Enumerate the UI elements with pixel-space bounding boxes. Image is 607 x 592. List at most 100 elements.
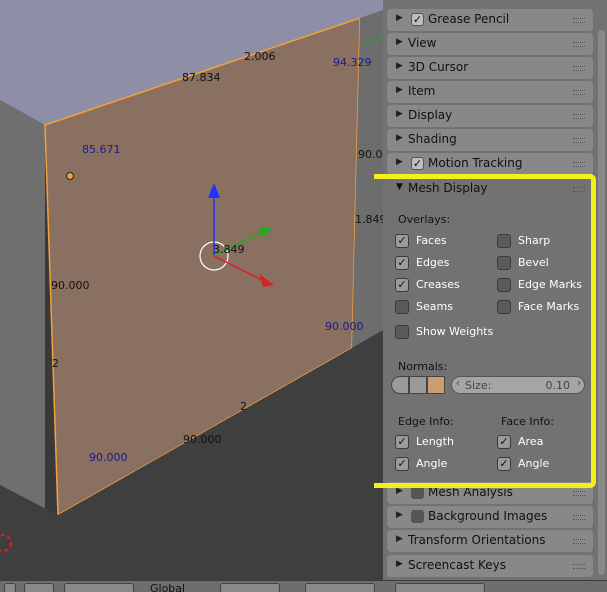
section-label: Mesh Display [408,181,488,195]
shading-dropdown[interactable] [24,583,54,592]
checkbox-box [497,256,511,270]
face-angle-label: 90.000 [325,320,364,333]
check-icon: ✓ [497,457,511,471]
drag-grip-icon[interactable] [573,539,585,544]
edge-angle-label: 87.834 [182,71,221,84]
highlight-annotation-tail [374,483,404,488]
drag-grip-icon[interactable] [573,564,585,569]
manipulator-buttons[interactable] [64,583,134,592]
face-marks-checkbox[interactable]: Face Marks [497,299,587,315]
drag-grip-icon[interactable] [573,66,585,71]
check-icon: ✓ [395,278,409,292]
faces-checkbox[interactable]: ✓ Faces [395,233,490,249]
edges-checkbox[interactable]: ✓ Edges [395,255,490,271]
checkbox-box [497,300,511,314]
motion-tracking-checkbox[interactable]: ✓ [411,157,424,170]
expand-arrow-icon[interactable]: ▶ [396,13,403,23]
edge-length-label: 2 [52,357,59,370]
drag-grip-icon[interactable] [573,187,585,192]
edge-angle-label: 90.000 [51,279,90,292]
section-shading[interactable]: ▶ Shading [387,129,593,151]
edge-angle-label: 90.000 [183,433,222,446]
layer-buttons[interactable] [220,583,280,592]
section-motion-tracking[interactable]: ▶ ✓ Motion Tracking [387,153,593,175]
overlays-label: Overlays: [398,213,451,226]
check-icon: ✓ [395,256,409,270]
panel-scrollbar[interactable] [598,30,605,575]
edge-length-label: 2 [240,400,247,413]
drag-grip-icon[interactable] [573,18,585,23]
edge-angle-label: 90.0 [358,148,383,161]
edge-marks-checkbox[interactable]: Edge Marks [497,277,587,293]
section-mesh-analysis[interactable]: ▶ Mesh Analysis [387,482,593,504]
face-angle-label: 85.671 [82,143,121,156]
seams-checkbox[interactable]: Seams [395,299,490,315]
face-area-checkbox[interactable]: ✓ Area [497,434,587,450]
face-angle-label: 94.329 [333,56,372,69]
drag-grip-icon[interactable] [573,114,585,119]
background-images-checkbox[interactable] [411,510,424,523]
edge-length-label: 2.006 [244,50,276,63]
section-label: Display [408,108,453,122]
drag-grip-icon[interactable] [573,162,585,167]
collapse-arrow-icon[interactable]: ▼ [396,182,403,192]
mesh-display-header[interactable]: ▼ Mesh Display [387,178,593,200]
bevel-checkbox[interactable]: Bevel [497,255,587,271]
expand-arrow-icon[interactable]: ▶ [396,510,403,520]
expand-arrow-icon[interactable]: ▶ [396,85,403,95]
properties-panel: ▶ ✓ Grease Pencil ▶ View ▶ 3D Cursor ▶ I… [383,0,607,580]
drag-grip-icon[interactable] [573,515,585,520]
face-normals-icon[interactable] [427,376,445,394]
section-label: Screencast Keys [408,558,506,572]
section-label: Mesh Analysis [428,485,513,499]
increment-icon[interactable]: › [577,378,581,389]
mode-icon[interactable] [4,583,16,592]
expand-arrow-icon[interactable]: ▶ [396,559,403,569]
edge-length-checkbox[interactable]: ✓ Length [395,434,490,450]
proportional-edit-buttons[interactable] [305,583,375,592]
checkbox-box [497,278,511,292]
orientation-dropdown[interactable]: Global [150,582,185,592]
show-weights-checkbox[interactable]: Show Weights [395,324,505,340]
expand-arrow-icon[interactable]: ▶ [396,157,403,167]
3d-viewport[interactable]: 2.006 87.834 94.329 85.671 90.0 1.849 3.… [0,0,383,580]
decrement-icon[interactable]: ‹ [456,378,460,389]
creases-checkbox[interactable]: ✓ Creases [395,277,490,293]
drag-grip-icon[interactable] [573,491,585,496]
edge-info-label: Edge Info: [398,415,454,428]
grease-pencil-checkbox[interactable]: ✓ [411,13,424,26]
drag-grip-icon[interactable] [573,138,585,143]
section-grease-pencil[interactable]: ▶ ✓ Grease Pencil [387,9,593,31]
face-angle-checkbox[interactable]: ✓ Angle [497,456,587,472]
section-screencast-keys[interactable]: ▶ Screencast Keys [387,555,593,577]
drag-grip-icon[interactable] [573,42,585,47]
edge-angle-checkbox[interactable]: ✓ Angle [395,456,490,472]
section-view[interactable]: ▶ View [387,33,593,55]
split-normals-icon[interactable] [409,376,427,394]
expand-arrow-icon[interactable]: ▶ [396,109,403,119]
section-label: Grease Pencil [428,12,510,26]
section-background-images[interactable]: ▶ Background Images [387,506,593,528]
sharp-checkbox[interactable]: Sharp [497,233,587,249]
section-label: Motion Tracking [428,156,523,170]
section-transform-orientations[interactable]: ▶ Transform Orientations [387,530,593,552]
expand-arrow-icon[interactable]: ▶ [396,133,403,143]
section-label: 3D Cursor [408,60,469,74]
expand-arrow-icon[interactable]: ▶ [396,37,403,47]
section-label: Shading [408,132,457,146]
viewport-header: Global [0,580,607,592]
section-item[interactable]: ▶ Item [387,81,593,103]
normals-size-field[interactable]: ‹ Size: 0.10 › [451,376,585,394]
expand-arrow-icon[interactable]: ▶ [396,534,403,544]
snap-buttons[interactable] [395,583,485,592]
section-3d-cursor[interactable]: ▶ 3D Cursor [387,57,593,79]
section-label: Transform Orientations [408,533,546,547]
face-info-label: Face Info: [501,415,554,428]
normals-row: ‹ Size: 0.10 › [391,376,587,394]
drag-grip-icon[interactable] [573,90,585,95]
expand-arrow-icon[interactable]: ▶ [396,61,403,71]
vertex-normals-icon[interactable] [391,376,409,394]
mesh-analysis-checkbox[interactable] [411,486,424,499]
section-display[interactable]: ▶ Display [387,105,593,127]
selected-vertex[interactable] [66,172,74,180]
